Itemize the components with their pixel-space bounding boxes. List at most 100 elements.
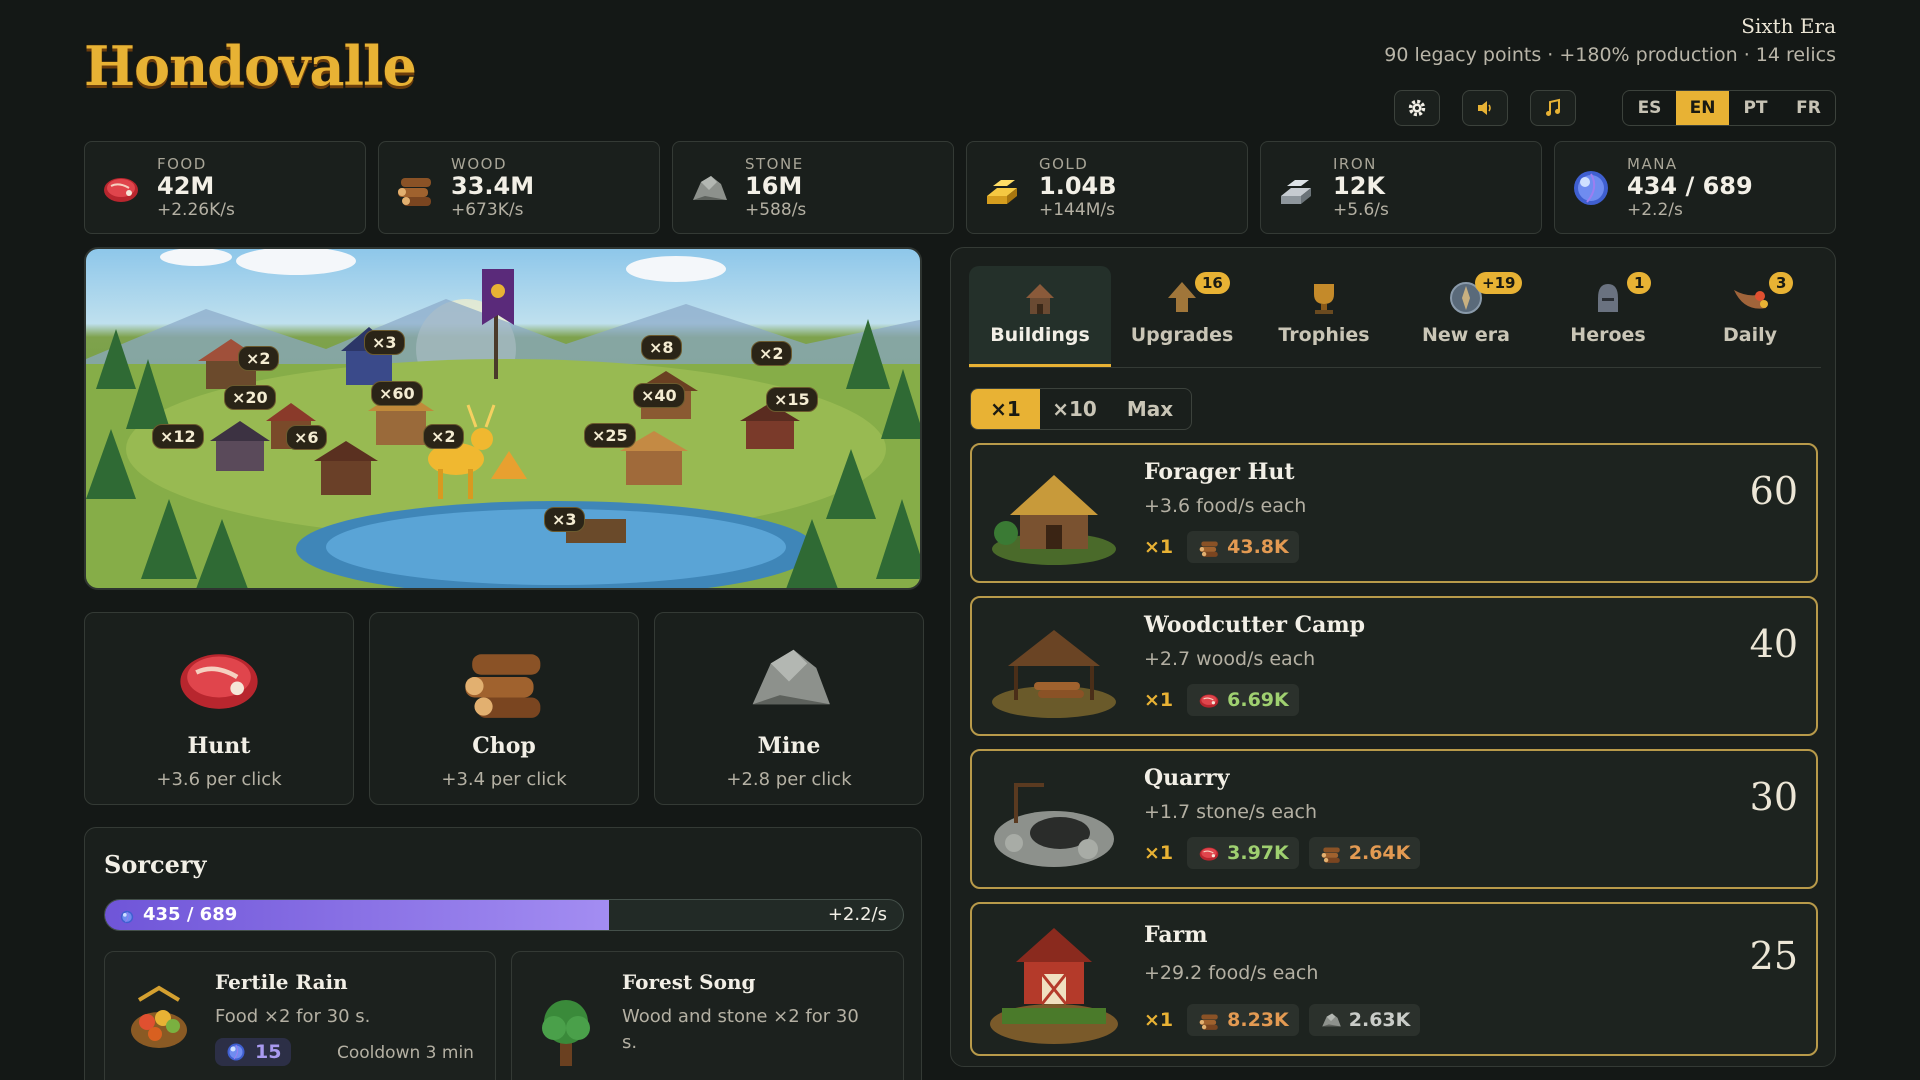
music-button[interactable] (1530, 90, 1576, 126)
hunt-button[interactable]: Hunt +3.6 per click (84, 612, 354, 805)
action-name: Chop (472, 733, 536, 759)
building-quarry[interactable]: Quarry +1.7 stone/s each 30 ×1 3.97K 2.6… (970, 749, 1818, 889)
tab-daily[interactable]: Daily 3 (1679, 266, 1821, 367)
spell-name: Fertile Rain (215, 970, 348, 994)
tabs-divider (969, 367, 1821, 368)
qty-max-button[interactable]: Max (1109, 389, 1191, 429)
cost-wood: 43.8K (1187, 531, 1299, 563)
forager-hut-icon (992, 475, 1116, 565)
logs-icon (1199, 1014, 1218, 1030)
spell-fertile-rain[interactable]: Fertile Rain Food ×2 for 30 s. 15 Cooldo… (104, 951, 496, 1080)
map-count-badge: ×6 (286, 425, 327, 450)
building-farm[interactable]: Farm +29.2 food/s each 25 ×1 8.23K 2.63K (970, 902, 1818, 1056)
mine-button[interactable]: Mine +2.8 per click (654, 612, 924, 805)
resource-rate: +2.26K/s (157, 200, 235, 221)
cost-food: 6.69K (1187, 684, 1299, 716)
building-woodcutter-camp[interactable]: Woodcutter Camp +2.7 wood/s each 40 ×1 6… (970, 596, 1818, 736)
resource-rate: +5.6/s (1333, 200, 1389, 221)
resource-value: 33.4M (451, 171, 535, 200)
sound-button[interactable] (1462, 90, 1508, 126)
logs-icon (1321, 847, 1340, 863)
cost-value: 6.69K (1227, 689, 1289, 711)
action-name: Hunt (187, 733, 251, 759)
mana-orb-icon (120, 910, 134, 924)
cost-value: 3.97K (1227, 842, 1289, 864)
tab-heroes[interactable]: Heroes 1 (1537, 266, 1679, 367)
cost-food: 3.97K (1187, 837, 1299, 869)
tab-new-era[interactable]: New era +19 (1395, 266, 1537, 367)
lang-fr-button[interactable]: FR (1782, 91, 1835, 125)
spell-description: Wood and stone ×2 for 30 s. (622, 1004, 859, 1056)
meat-icon (103, 176, 139, 203)
farm-barn-icon (990, 928, 1118, 1044)
iron-icon (1281, 179, 1311, 204)
building-name: Quarry (1144, 765, 1230, 791)
sorcery-panel: Sorcery 435 / 689 +2.2/s Fertile Rain Fo… (84, 827, 922, 1080)
toolbar: ES EN PT FR (1394, 90, 1836, 126)
stone-icon (693, 175, 727, 200)
tab-label: Buildings (990, 324, 1090, 346)
building-cost-row: ×1 43.8K (1144, 531, 1299, 563)
resource-name: WOOD (451, 154, 507, 173)
side-panel: Buildings Upgrades 16 Trophies New era +… (950, 247, 1836, 1067)
resource-name: MANA (1627, 154, 1678, 173)
village-map[interactable]: ×2 ×3 ×8 ×2 ×20 ×60 ×40 ×15 ×12 ×6 ×2 ×2… (84, 247, 922, 590)
cost-wood: 2.64K (1308, 837, 1421, 869)
resource-value: 434 / 689 (1627, 171, 1753, 200)
map-count-badge: ×12 (152, 424, 204, 449)
gear-icon (1408, 99, 1426, 117)
cost-stone: 2.63K (1308, 1004, 1421, 1036)
lang-pt-button[interactable]: PT (1729, 91, 1782, 125)
resource-value: 1.04B (1039, 171, 1117, 200)
cost-wood: 8.23K (1187, 1004, 1299, 1036)
game-logo: Hondovalle (84, 34, 417, 98)
lang-en-button[interactable]: EN (1676, 91, 1729, 125)
tab-badge: 16 (1195, 272, 1230, 294)
action-name: Mine (757, 733, 821, 759)
resource-wood: WOOD 33.4M +673K/s (378, 141, 660, 234)
resource-rate: +144M/s (1039, 200, 1115, 221)
settings-button[interactable] (1394, 90, 1440, 126)
building-name: Woodcutter Camp (1144, 612, 1366, 638)
cost-value: 2.63K (1348, 1009, 1411, 1031)
qty-x1-button[interactable]: ×1 (971, 389, 1040, 429)
building-name: Farm (1144, 922, 1208, 948)
building-cost-row: ×1 8.23K 2.63K (1144, 1004, 1421, 1036)
resource-name: STONE (745, 154, 804, 173)
resource-name: GOLD (1039, 154, 1089, 173)
mana-orb-icon (1573, 169, 1609, 206)
spell-forest-song[interactable]: Forest Song Wood and stone ×2 for 30 s. (511, 951, 904, 1080)
tab-buildings[interactable]: Buildings (969, 266, 1111, 367)
qty-x10-button[interactable]: ×10 (1040, 389, 1109, 429)
building-cost-row: ×1 6.69K (1144, 684, 1299, 716)
lang-es-button[interactable]: ES (1623, 91, 1676, 125)
map-count-badge: ×25 (584, 423, 636, 448)
map-count-badge: ×2 (423, 424, 464, 449)
tab-upgrades[interactable]: Upgrades 16 (1111, 266, 1253, 367)
resource-value: 12K (1333, 171, 1385, 200)
map-count-badge: ×2 (238, 346, 279, 371)
resource-name: FOOD (157, 154, 207, 173)
resource-rate: +588/s (745, 200, 807, 221)
spell-cooldown: Cooldown 3 min (337, 1043, 474, 1063)
buy-quantity-selector: ×1 ×10 Max (970, 388, 1192, 430)
mana-rate: +2.2/s (827, 904, 887, 925)
tab-badge: 3 (1769, 272, 1794, 294)
building-name: Forager Hut (1144, 459, 1295, 485)
house-icon (1026, 284, 1054, 314)
chop-button[interactable]: Chop +3.4 per click (369, 612, 639, 805)
map-count-badge: ×2 (751, 341, 792, 366)
map-count-badge: ×15 (766, 387, 818, 412)
logs-icon (1199, 541, 1218, 557)
action-rate: +3.6 per click (156, 769, 282, 790)
tab-trophies[interactable]: Trophies (1253, 266, 1395, 367)
tab-badge: +19 (1475, 272, 1523, 294)
logs-icon (398, 177, 431, 206)
spell-cost-value: 15 (255, 1041, 282, 1063)
building-forager-hut[interactable]: Forager Hut +3.6 food/s each 60 ×1 43.8K (970, 443, 1818, 583)
cost-value: 2.64K (1348, 842, 1411, 864)
resource-gold: GOLD 1.04B +144M/s (966, 141, 1248, 234)
resource-rate: +673K/s (451, 200, 524, 221)
spell-cost: 15 (215, 1038, 292, 1066)
meat-icon (154, 627, 284, 727)
